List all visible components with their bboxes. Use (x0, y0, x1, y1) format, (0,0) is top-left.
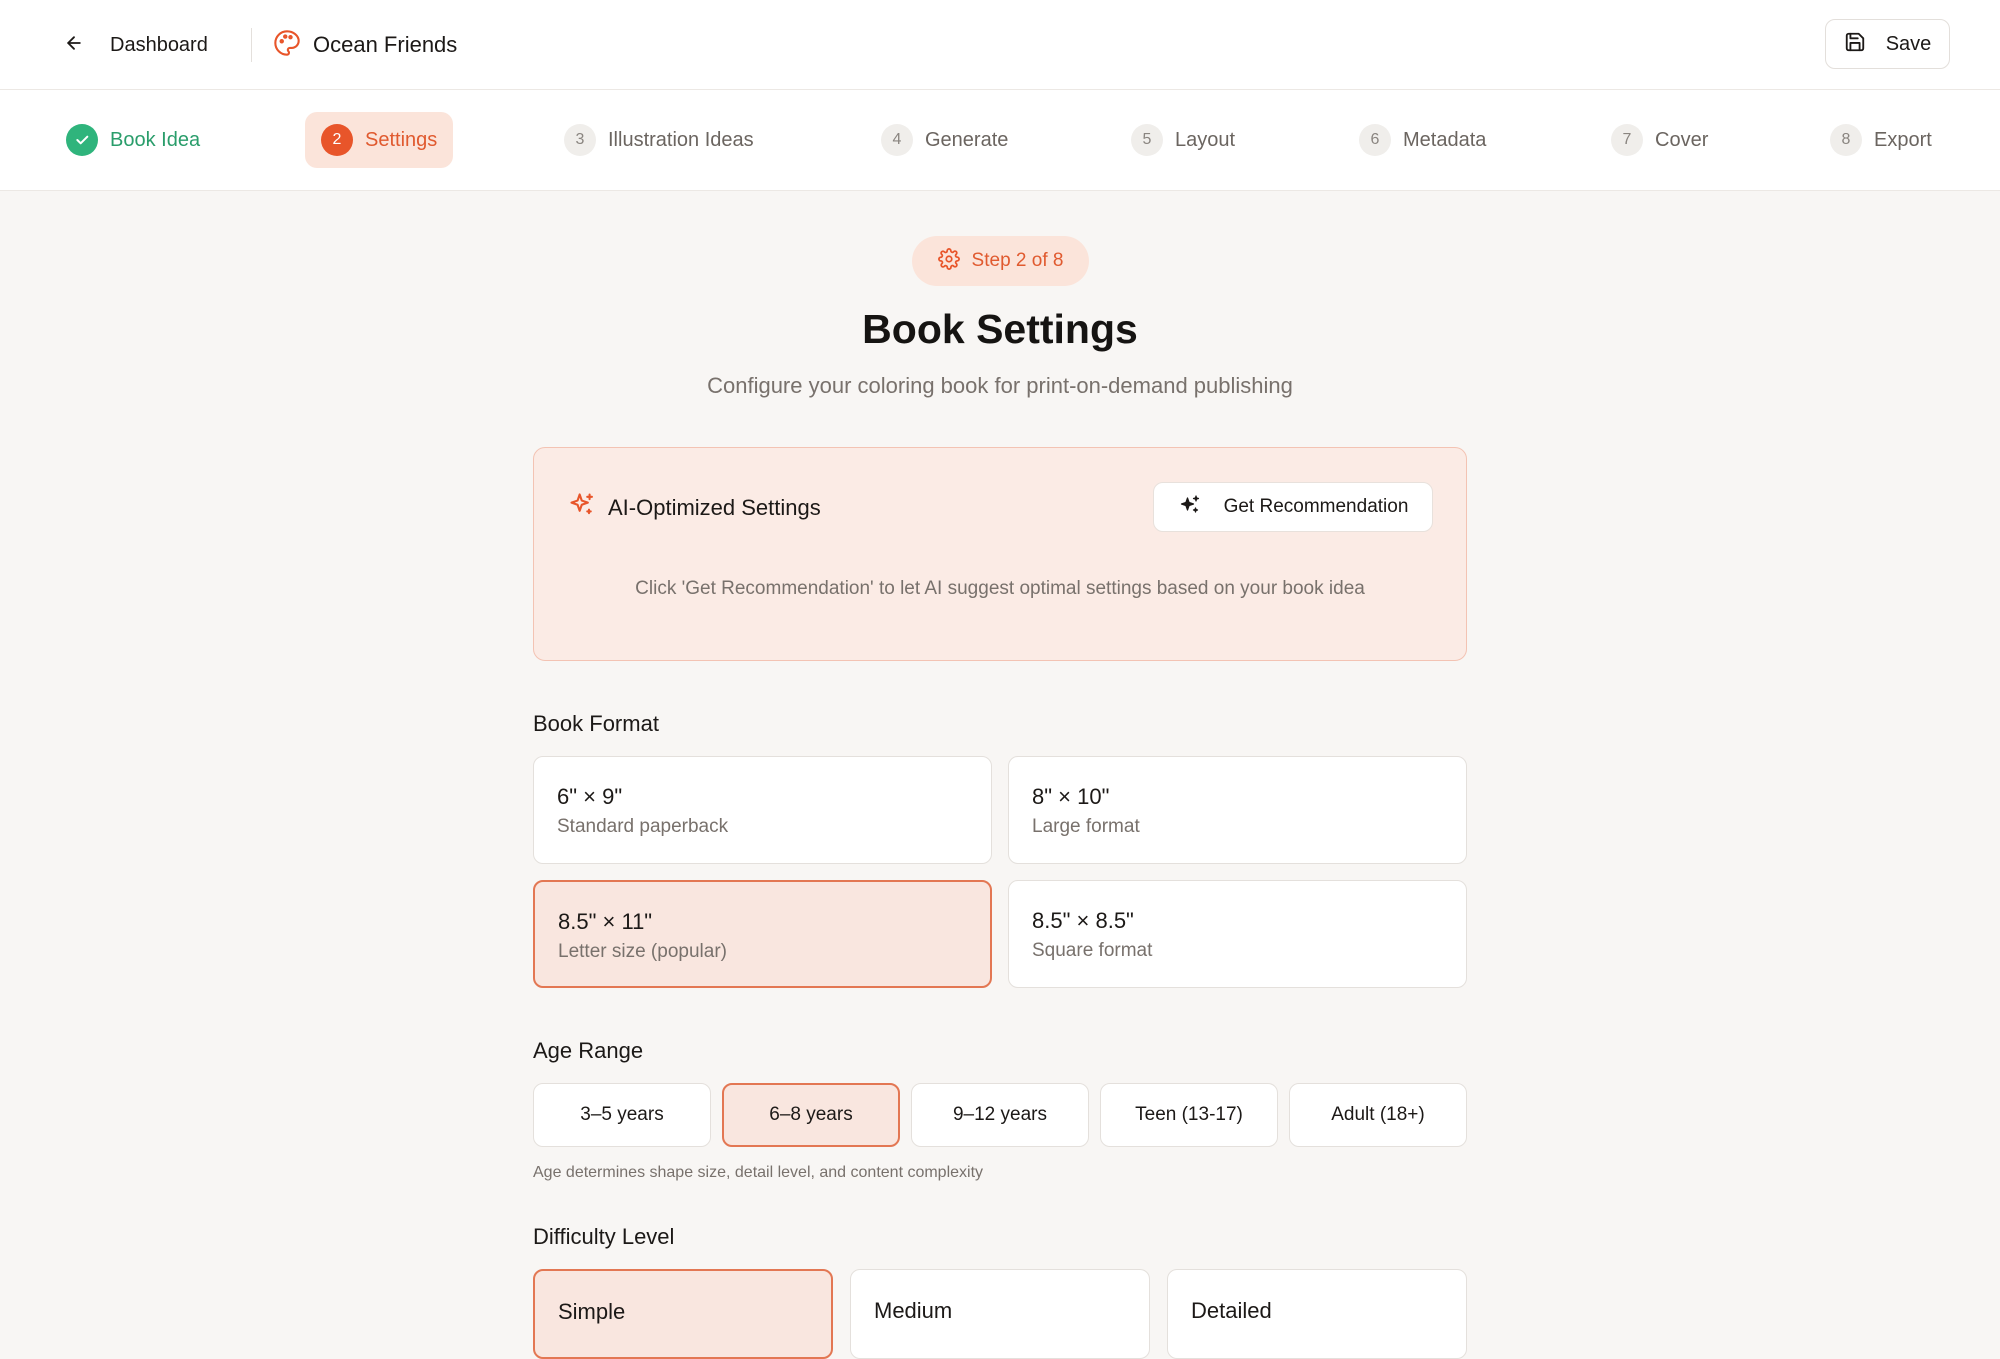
ai-card-header: AI-Optimized Settings (568, 491, 821, 524)
project-name: Ocean Friends (313, 32, 458, 57)
palette-icon (273, 29, 301, 62)
age-option-9-12[interactable]: 9–12 years (911, 1083, 1089, 1147)
step-badge: Step 2 of 8 (912, 236, 1089, 286)
age-option-teen[interactable]: Teen (13-17) (1100, 1083, 1278, 1147)
step-label: Book Idea (110, 128, 201, 151)
top-header: Dashboard Ocean Friends Save (0, 0, 2000, 90)
age-option-3-5[interactable]: 3–5 years (533, 1083, 711, 1147)
step-metadata[interactable]: 6 Metadata (1359, 112, 1486, 168)
back-to-dashboard-link[interactable]: Dashboard (64, 26, 208, 64)
step-label: Generate (925, 128, 1009, 151)
format-option-title: 8" × 10" (1032, 784, 1110, 809)
step-label: Layout (1175, 128, 1236, 151)
step-label: Export (1874, 128, 1932, 151)
header-divider (251, 28, 252, 62)
difficulty-option-detailed[interactable]: Detailed (1167, 1269, 1467, 1359)
step-label: Illustration Ideas (608, 128, 754, 151)
format-option-title: 6" × 9" (557, 784, 623, 809)
gear-icon (937, 247, 960, 275)
format-option-subtitle: Letter size (popular) (558, 941, 727, 962)
step-layout[interactable]: 5 Layout (1131, 112, 1235, 168)
age-range-note: Age determines shape size, detail level,… (533, 1164, 984, 1181)
format-option-8-5x11[interactable]: 8.5" × 11" Letter size (popular) (533, 880, 992, 988)
step-label: Metadata (1403, 128, 1487, 151)
step-cover[interactable]: 7 Cover (1611, 112, 1708, 168)
format-option-title: 8.5" × 8.5" (1032, 908, 1134, 933)
format-option-6x9[interactable]: 6" × 9" Standard paperback (533, 756, 992, 864)
format-option-8x10[interactable]: 8" × 10" Large format (1008, 756, 1467, 864)
difficulty-label: Difficulty Level (533, 1224, 675, 1249)
difficulty-option-simple[interactable]: Simple (533, 1269, 833, 1359)
step-book-idea[interactable]: Book Idea (66, 112, 200, 168)
sparkles-icon (1178, 493, 1202, 522)
step-number: 8 (1830, 124, 1862, 156)
format-option-subtitle: Standard paperback (557, 816, 729, 837)
get-recommendation-button[interactable]: Get Recommendation (1153, 482, 1433, 532)
difficulty-option-title: Detailed (1191, 1298, 1272, 1323)
step-number: 3 (564, 124, 596, 156)
check-icon (66, 124, 98, 156)
format-option-subtitle: Square format (1032, 940, 1153, 961)
difficulty-option-medium[interactable]: Medium (850, 1269, 1150, 1359)
format-option-subtitle: Large format (1032, 816, 1140, 837)
floppy-disk-icon (1844, 31, 1866, 58)
age-range-label: Age Range (533, 1038, 644, 1063)
format-option-8-5x8-5[interactable]: 8.5" × 8.5" Square format (1008, 880, 1467, 988)
difficulty-option-title: Simple (558, 1299, 626, 1324)
step-badge-label: Step 2 of 8 (971, 250, 1064, 271)
project-title: Ocean Friends (273, 26, 457, 64)
difficulty-option-title: Medium (874, 1298, 953, 1323)
wizard-stepper: Book Idea 2 Settings 3 Illustration Idea… (0, 90, 2000, 191)
back-link-label: Dashboard (110, 33, 208, 56)
arrow-left-icon (64, 33, 84, 58)
get-recommendation-label: Get Recommendation (1223, 496, 1409, 517)
step-number: 5 (1131, 124, 1163, 156)
step-export[interactable]: 8 Export (1830, 112, 1932, 168)
step-number: 2 (321, 124, 353, 156)
save-button-label: Save (1885, 32, 1932, 55)
step-number: 6 (1359, 124, 1391, 156)
age-option-adult[interactable]: Adult (18+) (1289, 1083, 1467, 1147)
ai-settings-card: AI-Optimized Settings Get Recommendation… (533, 447, 1467, 661)
format-option-title: 8.5" × 11" (558, 909, 653, 934)
step-number: 7 (1611, 124, 1643, 156)
page-subtitle: Configure your coloring book for print-o… (707, 373, 1293, 398)
save-button[interactable]: Save (1825, 19, 1950, 69)
age-option-6-8[interactable]: 6–8 years (722, 1083, 900, 1147)
book-format-label: Book Format (533, 711, 659, 736)
step-illustration-ideas[interactable]: 3 Illustration Ideas (564, 112, 754, 168)
sparkles-icon (568, 491, 596, 524)
step-number: 4 (881, 124, 913, 156)
step-label: Settings (365, 128, 438, 151)
ai-card-hint: Click 'Get Recommendation' to let AI sug… (635, 578, 1365, 599)
ai-card-title: AI-Optimized Settings (608, 494, 821, 520)
step-label: Cover (1655, 128, 1709, 151)
step-generate[interactable]: 4 Generate (881, 112, 1008, 168)
page-title: Book Settings (862, 306, 1138, 352)
step-settings[interactable]: 2 Settings (305, 112, 454, 168)
